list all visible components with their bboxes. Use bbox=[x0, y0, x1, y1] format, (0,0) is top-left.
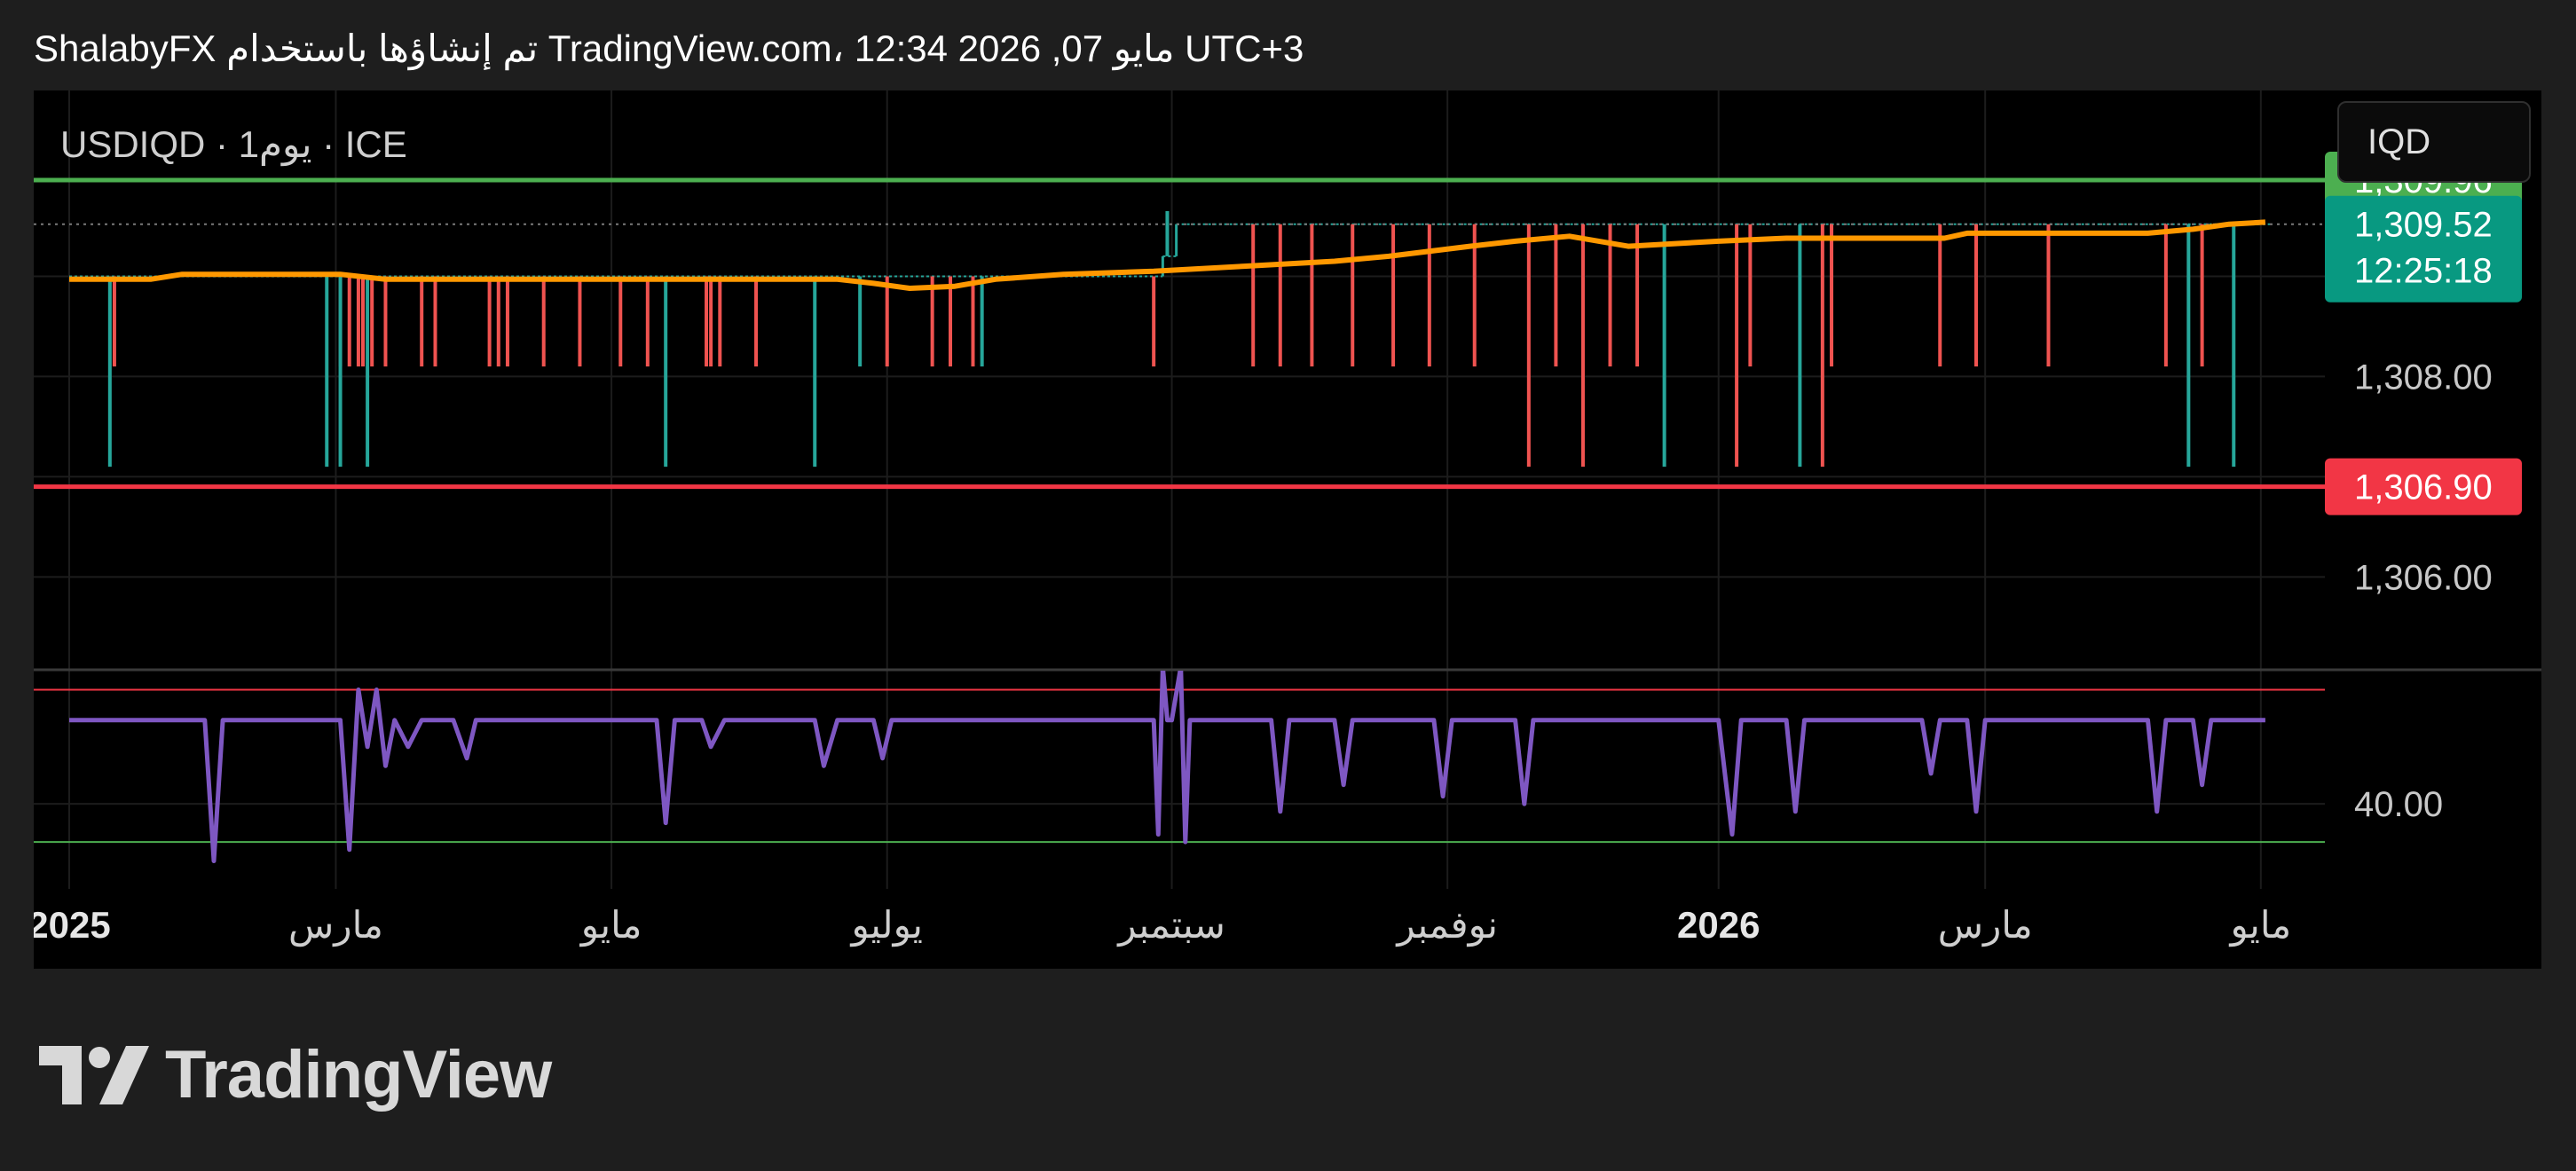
rsi-axis-label: 40.00 bbox=[2354, 785, 2443, 824]
symbol-label: USDIQD · 1يوم · ICE bbox=[60, 123, 407, 165]
y-axis-label: 1,306.00 bbox=[2354, 558, 2493, 597]
x-axis-label: 2025 bbox=[34, 904, 111, 946]
last-price-label: 1,309.52 bbox=[2354, 206, 2493, 245]
x-axis-label: يوليو bbox=[849, 904, 923, 947]
bar-countdown-label: 12:25:18 bbox=[2354, 252, 2493, 291]
tradingview-mark-icon bbox=[39, 1045, 149, 1104]
y-axis-label: 1,308.00 bbox=[2354, 358, 2493, 397]
price-chart[interactable]: 1,308.001,306.0040.001,309.961,306.901,3… bbox=[34, 90, 2541, 969]
chart-frame[interactable]: 1,308.001,306.0040.001,309.961,306.901,3… bbox=[34, 90, 2541, 969]
x-axis-label: 2026 bbox=[1677, 904, 1760, 946]
rsi-line bbox=[69, 671, 2265, 863]
x-axis-label: مايو bbox=[2228, 904, 2291, 947]
x-axis-label: نوفمبر bbox=[1395, 904, 1498, 947]
x-axis-label: مارس bbox=[288, 904, 383, 947]
tradingview-logo[interactable]: TradingView bbox=[39, 1036, 552, 1113]
x-axis-label: مايو bbox=[579, 904, 642, 947]
x-axis-label: مارس bbox=[1938, 904, 2033, 947]
chart-caption: ShalabyFX تم إنشاؤها باستخدام TradingVie… bbox=[34, 28, 1304, 69]
tradingview-brand: TradingView bbox=[165, 1037, 552, 1112]
x-axis-label: سبتمبر bbox=[1116, 904, 1225, 947]
currency-button[interactable]: IQD bbox=[2337, 101, 2531, 183]
level-price-label: 1,306.90 bbox=[2354, 468, 2493, 507]
